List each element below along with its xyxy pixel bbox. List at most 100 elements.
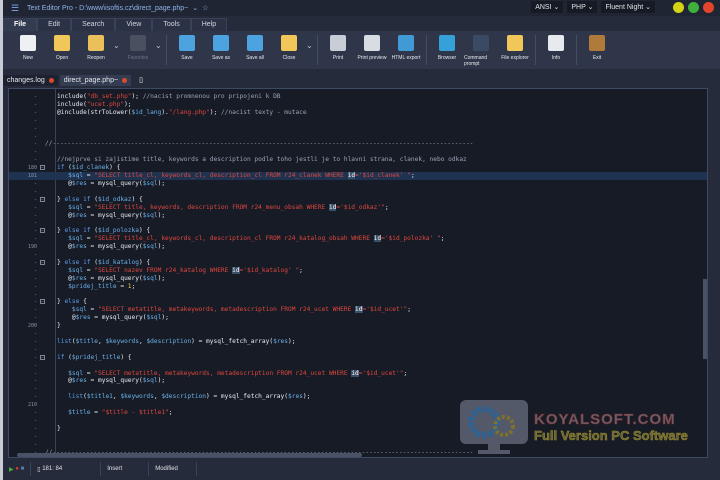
code-line[interactable]: - @$res = mysql_query($sql);: [9, 377, 707, 385]
tab-edit[interactable]: Edit: [37, 18, 72, 31]
chevron-down-icon[interactable]: ⌄: [113, 31, 121, 50]
chevron-down-icon[interactable]: ⌄: [192, 4, 198, 12]
maximize-button[interactable]: [688, 1, 699, 13]
line-number: -: [33, 346, 37, 353]
fold-toggle-icon[interactable]: −: [40, 354, 45, 360]
play-icon[interactable]: ▶: [9, 466, 14, 473]
vertical-scrollbar[interactable]: [703, 279, 707, 359]
doc-tab[interactable]: changes.log: [3, 75, 58, 86]
close-button[interactable]: [703, 1, 714, 13]
fold-toggle-icon[interactable]: −: [40, 299, 45, 305]
hamburger-menu-icon[interactable]: ☰: [11, 3, 21, 14]
code-line[interactable]: - list($title, $keywords, $description) =…: [9, 338, 707, 346]
new-button[interactable]: New: [11, 31, 45, 61]
tab-view[interactable]: View: [115, 18, 153, 31]
code-line[interactable]: 200}: [9, 322, 707, 330]
code-line[interactable]: - //-------------------------------------…: [9, 140, 707, 148]
code-line[interactable]: -: [9, 188, 707, 196]
fold-toggle-icon[interactable]: −: [40, 259, 45, 265]
print-button[interactable]: Print: [321, 31, 355, 61]
code-line[interactable]: 190 @$res = mysql_query($sql);: [9, 243, 707, 251]
minimize-button[interactable]: [673, 1, 684, 13]
tab-help[interactable]: Help: [190, 18, 228, 31]
code-line[interactable]: -: [9, 330, 707, 338]
line-number: -: [33, 370, 37, 377]
code-line[interactable]: -: [9, 133, 707, 141]
modified-dot-icon[interactable]: [48, 78, 54, 83]
tab-file[interactable]: File: [3, 18, 38, 31]
new-tab-button[interactable]: ▯: [133, 74, 149, 86]
code-line[interactable]: - $sql = "SELECT nazev FROM r24_katalog …: [9, 266, 707, 275]
code-line[interactable]: - −} else if ($id_polozka) {: [9, 227, 707, 235]
command-prompt-button[interactable]: Command prompt: [464, 31, 498, 67]
token: ) {: [109, 164, 121, 172]
code-text: list($title, $keywords, $description) = …: [57, 338, 295, 346]
code-line[interactable]: - @include(strToLower($id_lang)."/lang.ph…: [9, 109, 707, 117]
code-line[interactable]: 181 $sql = "SELECT title_cl, keywords_cl…: [9, 172, 707, 180]
encoding-select[interactable]: ANSI ⌄: [531, 1, 564, 13]
fold-toggle-icon[interactable]: −: [40, 196, 45, 202]
theme-select[interactable]: Fluent Night ⌄: [601, 1, 655, 13]
code-line[interactable]: - @$res = mysql_query($sql);: [9, 212, 707, 220]
tab-tools[interactable]: Tools: [152, 18, 191, 31]
toolbar-separator: [576, 35, 577, 65]
edit-mode[interactable]: Insert: [101, 462, 150, 476]
code-line[interactable]: -: [9, 219, 707, 227]
fold-toggle-icon[interactable]: −: [40, 165, 45, 171]
code-line[interactable]: -: [9, 291, 707, 299]
code-line[interactable]: - @$res = mysql_query($sql);: [9, 275, 707, 283]
code-line[interactable]: -: [9, 125, 707, 133]
code-line[interactable]: -: [9, 251, 707, 259]
favorites-button[interactable]: Favorites: [121, 31, 155, 61]
star-icon[interactable]: ☆: [202, 4, 208, 12]
token: );: [157, 274, 166, 282]
code-line[interactable]: - @$res = mysql_query($sql);: [9, 180, 707, 188]
open-button[interactable]: Open: [45, 31, 79, 61]
horizontal-scrollbar[interactable]: [17, 453, 362, 457]
save-button[interactable]: Save: [170, 31, 204, 61]
code-line[interactable]: - $sql = "SELECT title_cl, keywords_cl, …: [9, 235, 707, 243]
doc-tab[interactable]: direct_page.php~: [59, 75, 132, 86]
tab-search[interactable]: Search: [71, 18, 116, 31]
code-line[interactable]: - − if ($pridej_title) {: [9, 354, 707, 362]
code-text: $sql = "SELECT nazev FROM r24_katalog WH…: [57, 266, 303, 275]
file-explorer-button[interactable]: File explorer: [498, 31, 532, 61]
code-line[interactable]: - //nejprve si zajistime title, keywords …: [9, 156, 707, 164]
save-as-button[interactable]: Save as: [204, 31, 238, 61]
code-line[interactable]: -: [9, 148, 707, 156]
code-line[interactable]: - $pridej_title = 1;: [9, 283, 707, 291]
code-line[interactable]: - include("db_set.php"); //nacist promnen…: [9, 93, 707, 101]
code-line[interactable]: -: [9, 385, 707, 393]
fold-toggle-icon[interactable]: −: [40, 228, 45, 234]
close-button[interactable]: Close: [272, 31, 306, 61]
language-select[interactable]: PHP ⌄: [567, 1, 598, 13]
reopen-button[interactable]: Reopen: [79, 31, 113, 61]
token: "SELECT title, keywords, description FRO…: [94, 203, 329, 211]
code-line[interactable]: -: [9, 346, 707, 354]
token: "$title - $title1": [101, 409, 169, 416]
code-line[interactable]: - $sql = "SELECT metatitle, metakeywords…: [9, 369, 707, 378]
print-preview-button[interactable]: Print preview: [355, 31, 389, 61]
modified-dot-icon[interactable]: [122, 78, 128, 83]
info-button[interactable]: Info: [539, 31, 573, 61]
code-line[interactable]: - −} else {: [9, 298, 707, 306]
line-number: -: [33, 117, 37, 124]
code-line[interactable]: - −} else if ($id_odkaz) {: [9, 196, 707, 204]
chevron-down-icon[interactable]: ⌄: [306, 31, 314, 50]
code-line[interactable]: - @$res = mysql_query($sql);: [9, 314, 707, 322]
code-line[interactable]: - $sql = "SELECT title, keywords, descri…: [9, 203, 707, 212]
code-line[interactable]: -: [9, 362, 707, 370]
code-line[interactable]: - include("ucet.php");: [9, 101, 707, 109]
html-export-button[interactable]: HTML export: [389, 31, 423, 61]
record-icon[interactable]: ●: [15, 466, 19, 472]
code-line[interactable]: - $sql = "SELECT metatitle, metakeywords…: [9, 306, 707, 314]
code-line[interactable]: -: [9, 117, 707, 125]
exit-button[interactable]: Exit: [580, 31, 614, 61]
save-all-button[interactable]: Save all: [238, 31, 272, 61]
token: @include(strToLower(: [57, 108, 132, 116]
chevron-down-icon[interactable]: ⌄: [155, 31, 163, 50]
code-line[interactable]: - −} else if ($id_katalog) {: [9, 259, 707, 267]
stop-icon[interactable]: ■: [21, 466, 25, 472]
browser-button[interactable]: Browser: [430, 31, 464, 61]
code-line[interactable]: 180− if ($id_clanek) {: [9, 164, 707, 172]
